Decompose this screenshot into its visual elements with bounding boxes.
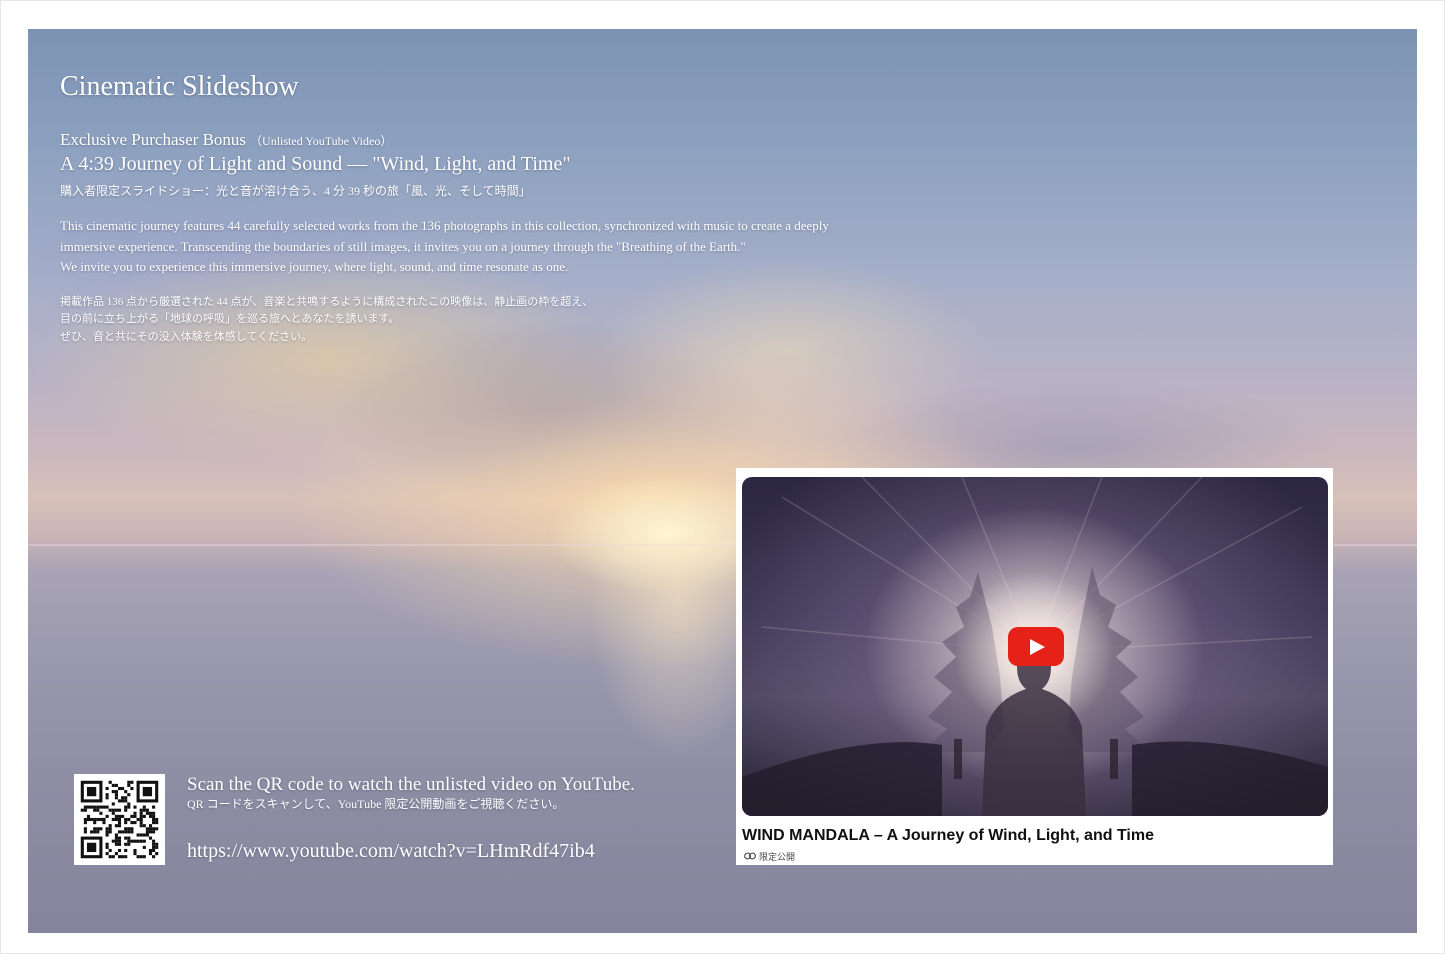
video-thumbnail[interactable] [742, 477, 1328, 816]
visibility-label: 限定公開 [759, 852, 796, 863]
link-icon [744, 852, 756, 860]
description-ja: 掲載作品 136 点から厳選された 44 点が、音楽と共鳴するように構成されたこ… [60, 294, 940, 347]
youtube-play-button[interactable] [1008, 627, 1064, 666]
description-en: This cinematic journey features 44 caref… [60, 216, 940, 278]
qr-code-image [80, 780, 159, 859]
bonus-label: Exclusive Purchaser Bonus [60, 130, 247, 149]
visibility-badge: 限定公開 [744, 850, 796, 863]
description-en-line: immersive experience. Transcending the b… [60, 238, 746, 254]
video-url-link[interactable]: https://www.youtube.com/watch?v=LHmRdf47… [187, 838, 595, 864]
subtitle-ja: 購入者限定スライドショー：光と音が溶け合う、4 分 39 秒の旅「風、光、そして… [60, 184, 531, 198]
description-en-line: We invite you to experience this immersi… [60, 259, 569, 274]
scan-instructions: Scan the QR code to watch the unlisted v… [187, 773, 635, 811]
bonus-note: （Unlisted YouTube Video） [250, 134, 393, 148]
description-ja-line: 掲載作品 136 点から厳選された 44 点が、音楽と共鳴するように構成されたこ… [60, 295, 594, 308]
scan-instruction-en: Scan the QR code to watch the unlisted v… [187, 774, 635, 795]
description-ja-line: ぜひ、音と共にその没入体験を体感してください。 [60, 330, 313, 343]
description-en-line: This cinematic journey features 44 caref… [60, 218, 829, 233]
qr-code[interactable] [74, 774, 165, 865]
subtitle: A 4:39 Journey of Light and Sound — "Win… [60, 153, 571, 175]
video-title[interactable]: WIND MANDALA – A Journey of Wind, Light,… [742, 826, 1322, 846]
description-ja-line: 目の前に立ち上がる「地球の呼吸」を巡る旅へとあなたを誘います。 [60, 313, 400, 325]
youtube-video-card[interactable]: WIND MANDALA – A Journey of Wind, Light,… [736, 468, 1333, 865]
slide-panel: Cinematic Slideshow Exclusive Purchaser … [28, 29, 1417, 933]
page-title: Cinematic Slideshow [60, 71, 299, 102]
bonus-heading: Exclusive Purchaser Bonus （Unlisted YouTu… [60, 129, 940, 152]
scan-instruction-ja: QR コードをスキャンして、YouTube 限定公開動画をご視聴ください。 [187, 797, 565, 811]
slide-text-block: Cinematic Slideshow Exclusive Purchaser … [60, 69, 940, 346]
